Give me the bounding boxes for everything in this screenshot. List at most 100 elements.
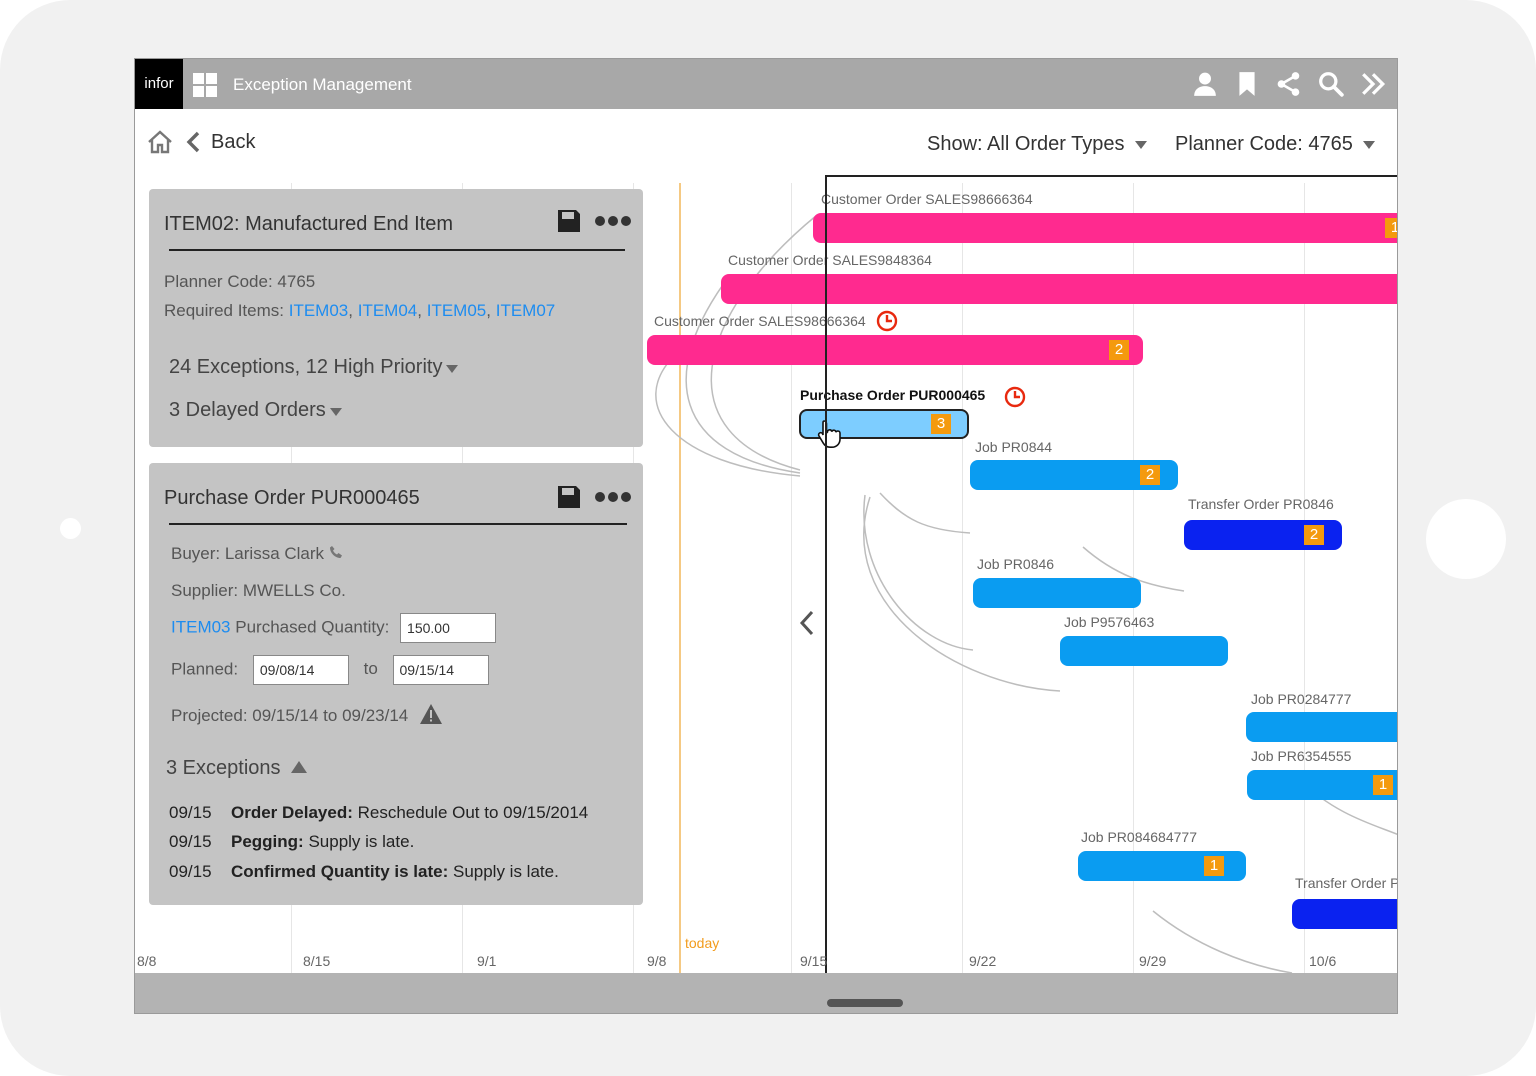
exception-type: Confirmed Quantity is late: xyxy=(231,862,449,881)
item-link-item03[interactable]: ITEM03 xyxy=(171,617,231,636)
more-options-icon[interactable] xyxy=(595,216,631,226)
order-panel-title: Purchase Order PUR000465 xyxy=(164,487,420,509)
exception-row[interactable]: 09/15 Pegging: Supply is late. xyxy=(169,832,414,852)
exception-detail: Supply is late. xyxy=(308,832,415,851)
late-clock-icon xyxy=(1004,386,1026,408)
drag-handle[interactable] xyxy=(827,999,903,1007)
exceptions-summary-toggle[interactable]: 24 Exceptions, 12 High Priority xyxy=(169,356,459,379)
exception-date: 09/15 xyxy=(169,832,212,851)
bar-label: Customer Order SALES98666364 xyxy=(654,313,866,329)
date-tick-label: 9/15 xyxy=(800,953,828,969)
item-link-item04[interactable]: ITEM04 xyxy=(358,301,418,320)
order-type-filter[interactable]: Show: All Order Types xyxy=(927,133,1147,156)
job-bar[interactable]: 1 xyxy=(1247,770,1397,800)
projected-text: Projected: 09/15/14 to 09/23/14 xyxy=(171,706,409,725)
order-detail-panel: Purchase Order PUR000465 Buyer: Larissa … xyxy=(149,463,643,905)
planner-code-text: Planner Code: 4765 xyxy=(164,272,316,291)
exception-row[interactable]: 09/15 Order Delayed: Reschedule Out to 09… xyxy=(169,803,588,823)
bar-label: Job PR0846 xyxy=(977,556,1055,572)
job-bar[interactable]: 2 xyxy=(970,460,1178,490)
customer-order-bar[interactable] xyxy=(721,274,1397,304)
time-cursor-top xyxy=(825,175,1397,177)
tablet-frame: infor Exception Management Back Show: Al… xyxy=(0,0,1536,1076)
bar-label: Transfer Order P xyxy=(1295,875,1398,891)
transfer-order-bar[interactable]: 2 xyxy=(1184,520,1342,550)
title-divider xyxy=(169,249,625,251)
item-link-item07[interactable]: ITEM07 xyxy=(496,301,556,320)
job-bar[interactable] xyxy=(1060,636,1228,666)
hand-pointer-icon xyxy=(817,420,841,448)
share-icon[interactable] xyxy=(1273,67,1305,101)
customer-order-bar[interactable]: 2 xyxy=(647,335,1143,365)
caret-down-icon xyxy=(329,408,342,416)
bookmark-icon[interactable] xyxy=(1231,67,1263,101)
exception-detail: Reschedule Out to 09/15/2014 xyxy=(357,803,589,822)
bar-label: Transfer Order PR0846 xyxy=(1188,496,1334,512)
exceptions-summary-label: 24 Exceptions, 12 High Priority xyxy=(169,356,443,378)
item-separator: , xyxy=(417,301,422,320)
exception-date: 09/15 xyxy=(169,803,212,822)
more-options-icon[interactable] xyxy=(595,492,631,502)
exception-badge: 1 xyxy=(1385,218,1397,238)
home-icon[interactable] xyxy=(147,129,173,155)
title-divider xyxy=(169,523,627,525)
caret-up-icon xyxy=(291,761,308,773)
time-cursor-line[interactable] xyxy=(825,175,827,977)
quantity-row: ITEM03 Purchased Quantity: 150.00 xyxy=(171,613,497,643)
quantity-input[interactable]: 150.00 xyxy=(400,613,497,643)
infor-logo[interactable]: infor xyxy=(135,59,183,109)
buyer-text: Buyer: Larissa Clark xyxy=(171,544,325,563)
warning-icon xyxy=(419,704,442,724)
job-bar[interactable] xyxy=(973,578,1141,608)
planner-code-filter-label: Planner Code: 4765 xyxy=(1175,133,1353,155)
home-hardware-button[interactable] xyxy=(1426,499,1506,579)
date-tick-label: 8/15 xyxy=(303,953,331,969)
planned-start-input[interactable]: 09/08/14 xyxy=(252,655,349,685)
item-separator: , xyxy=(348,301,353,320)
planner-code-filter[interactable]: Planner Code: 4765 xyxy=(1175,133,1375,156)
bar-label: Job PR0844 xyxy=(975,439,1053,455)
chevron-left-icon xyxy=(186,131,200,153)
item-link-item05[interactable]: ITEM05 xyxy=(427,301,487,320)
collapse-chevron-icon[interactable] xyxy=(799,609,815,637)
item-panel-title: ITEM02: Manufactured End Item xyxy=(164,213,454,235)
quantity-label: Purchased Quantity: xyxy=(235,617,390,637)
delayed-orders-toggle[interactable]: 3 Delayed Orders xyxy=(169,399,342,422)
exception-type: Order Delayed: xyxy=(231,803,353,822)
projected-row: Projected: 09/15/14 to 09/23/14 xyxy=(171,703,443,726)
buyer-row: Buyer: Larissa Clark xyxy=(171,544,343,564)
save-icon[interactable] xyxy=(557,209,581,233)
back-button[interactable]: Back xyxy=(185,129,255,155)
exceptions-toggle[interactable]: 3 Exceptions xyxy=(166,757,308,780)
app-title: Exception Management xyxy=(233,75,412,94)
exception-badge: 2 xyxy=(1140,465,1160,485)
exception-badge: 2 xyxy=(1109,340,1129,360)
user-icon[interactable] xyxy=(1189,67,1221,101)
double-chevron-icon[interactable] xyxy=(1357,67,1389,101)
job-bar[interactable]: 1 xyxy=(1078,851,1246,881)
order-type-filter-label: Show: All Order Types xyxy=(927,133,1125,155)
caret-down-icon xyxy=(1362,140,1375,149)
date-tick-label: 9/29 xyxy=(1139,953,1167,969)
bar-label: Job PR0284777 xyxy=(1251,691,1352,707)
required-items-row: Required Items: ITEM03, ITEM04, ITEM05, … xyxy=(164,301,555,321)
app-screen: infor Exception Management Back Show: Al… xyxy=(134,58,1398,1014)
bar-label: Customer Order SALES9848364 xyxy=(728,252,932,268)
exception-row[interactable]: 09/15 Confirmed Quantity is late: Supply … xyxy=(169,862,559,882)
item-detail-panel: ITEM02: Manufactured End Item Planner Co… xyxy=(149,189,643,447)
planned-end-input[interactable]: 09/15/14 xyxy=(392,655,489,685)
job-bar[interactable] xyxy=(1246,712,1397,742)
date-tick-label: 9/1 xyxy=(477,953,497,969)
exception-badge: 1 xyxy=(1373,775,1393,795)
search-icon[interactable] xyxy=(1315,67,1347,101)
item-link-item03[interactable]: ITEM03 xyxy=(289,301,349,320)
customer-order-bar[interactable]: 1 xyxy=(813,213,1397,243)
supplier-text: Supplier: MWELLS Co. xyxy=(171,581,346,600)
transfer-order-bar[interactable] xyxy=(1292,899,1397,929)
save-icon[interactable] xyxy=(557,485,581,509)
app-grid-icon[interactable] xyxy=(193,73,217,97)
phone-icon[interactable] xyxy=(329,545,343,559)
date-tick-label: 10/6 xyxy=(1309,953,1337,969)
planned-label: Planned: xyxy=(171,659,239,679)
top-bar: infor Exception Management xyxy=(135,59,1397,109)
